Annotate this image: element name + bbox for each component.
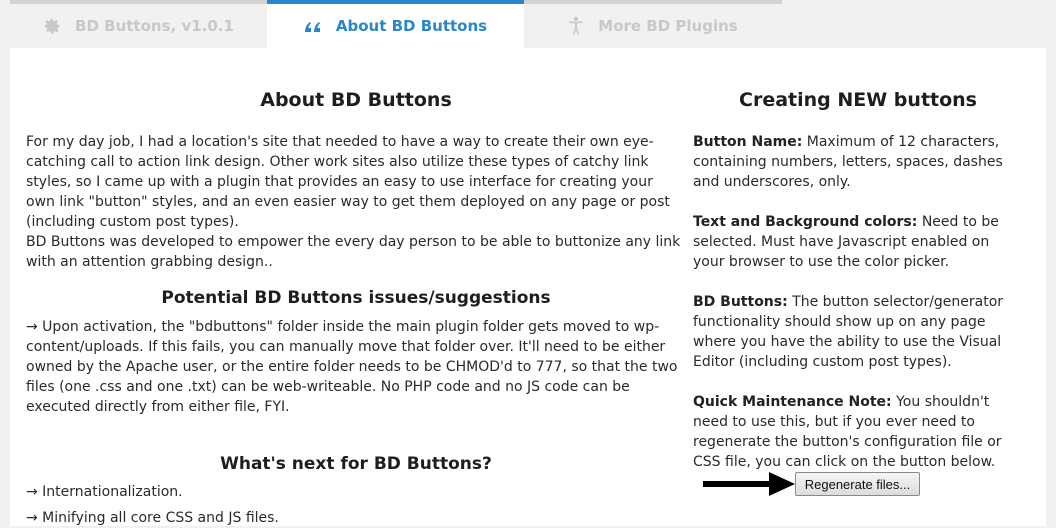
quote-icon xyxy=(304,18,322,34)
colors-note: Text and Background colors: Need to be s… xyxy=(693,212,1023,272)
content-panel: About BD Buttons For my day job, I had a… xyxy=(10,48,1046,526)
note-label: Quick Maintenance Note: xyxy=(693,394,892,410)
maintenance-note: Quick Maintenance Note: You shouldn't ne… xyxy=(693,392,1023,472)
about-paragraph-1: For my day job, I had a location's site … xyxy=(26,134,670,230)
arrow-right-icon xyxy=(703,472,795,496)
tab-bd-buttons[interactable]: BD Buttons, v1.0.1 xyxy=(10,0,267,48)
button-name-note: Button Name: Maximum of 12 characters, c… xyxy=(693,132,1023,192)
tab-label: More BD Plugins xyxy=(598,17,738,35)
regenerate-files-button[interactable]: Regenerate files... xyxy=(795,472,920,496)
tab-label: BD Buttons, v1.0.1 xyxy=(75,17,234,35)
note-label: BD Buttons: xyxy=(693,294,788,310)
next-title: What's next for BD Buttons? xyxy=(220,454,492,474)
person-icon xyxy=(568,16,584,36)
about-title: About BD Buttons xyxy=(260,89,452,111)
creating-title: Creating NEW buttons xyxy=(739,89,977,111)
next-item: → Internationalization. xyxy=(26,484,183,500)
about-paragraph-2: BD Buttons was developed to empower the … xyxy=(26,234,681,270)
note-label: Button Name: xyxy=(693,134,803,150)
next-item: → Minifying all core CSS and JS files. xyxy=(26,510,279,526)
note-label: Text and Background colors: xyxy=(693,214,918,230)
gear-icon xyxy=(43,17,61,35)
issues-title: Potential BD Buttons issues/suggestions xyxy=(161,288,551,308)
plugin-tabs: BD Buttons, v1.0.1 About BD Buttons More… xyxy=(10,0,782,48)
tab-about-bd-buttons[interactable]: About BD Buttons xyxy=(267,0,524,48)
bd-buttons-note: BD Buttons: The button selector/generato… xyxy=(693,292,1023,372)
issues-text: → Upon activation, the "bdbuttons" folde… xyxy=(26,319,678,415)
tab-label: About BD Buttons xyxy=(335,17,488,35)
tab-more-bd-plugins[interactable]: More BD Plugins xyxy=(524,0,782,48)
